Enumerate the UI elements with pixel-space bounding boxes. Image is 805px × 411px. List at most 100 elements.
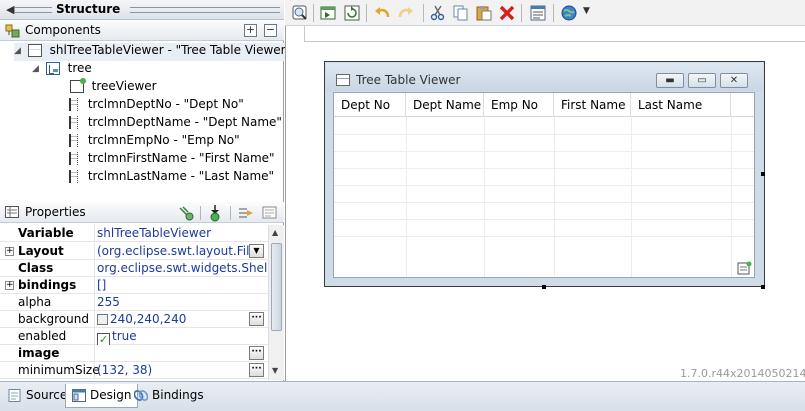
tab-label: Bindings — [152, 388, 204, 402]
close-button[interactable]: ✕ — [720, 73, 748, 88]
tab-order-icon[interactable] — [530, 5, 546, 21]
structure-panel: ◀ Structure Components + − ◢ shlTreeTabl… — [0, 0, 296, 381]
property-key: Layout — [0, 243, 95, 260]
property-row-background[interactable]: background 240,240,240 ··· — [0, 311, 268, 328]
goto-definition-icon[interactable] — [207, 204, 223, 222]
look-and-feel-dropdown-icon[interactable]: ▼ — [583, 6, 590, 16]
undo-icon[interactable] — [374, 5, 390, 21]
tree-item-label: trclmnDeptNo - "Dept No" — [87, 97, 244, 111]
collapse-all-button[interactable]: − — [264, 24, 277, 37]
ellipsis-button[interactable]: ··· — [249, 363, 264, 377]
shell-title-bar[interactable]: Tree Table Viewer ▬ ▭ ✕ — [326, 63, 763, 91]
tree-item-label: trclmnEmpNo - "Emp No" — [87, 133, 240, 147]
preview-icon[interactable] — [320, 5, 336, 21]
property-key: bindings — [0, 277, 95, 294]
property-value[interactable]: 240,240,240 — [97, 311, 247, 328]
property-key: image — [0, 345, 95, 362]
shell-window-icon — [336, 74, 350, 86]
components-header: Components + − — [0, 20, 284, 41]
property-row-minimumsize[interactable]: minimumSize (132, 38) ··· — [0, 362, 268, 379]
tree-expander-icon[interactable]: ◢ — [32, 64, 42, 74]
minimize-button[interactable]: ▬ — [656, 73, 684, 88]
design-icon — [72, 389, 86, 402]
paste-icon[interactable] — [476, 5, 492, 21]
redo-icon[interactable] — [397, 5, 413, 21]
property-value[interactable]: (132, 38) — [97, 362, 247, 379]
property-value[interactable]: ✓ true — [97, 328, 247, 345]
property-value[interactable] — [97, 345, 247, 362]
show-events-icon[interactable] — [178, 205, 194, 221]
refresh-icon[interactable] — [344, 5, 360, 21]
tree-icon — [45, 62, 60, 75]
property-row-layout[interactable]: + Layout (org.eclipse.swt.layout.Fill...… — [0, 243, 268, 260]
property-key: Class — [0, 260, 95, 277]
tree-item-column[interactable]: trclmnLastName - "Last Name" — [56, 169, 274, 187]
color-swatch — [97, 314, 108, 325]
resize-handle-bottom[interactable] — [542, 285, 546, 289]
property-row-alpha[interactable]: alpha 255 — [0, 294, 268, 311]
cut-icon[interactable] — [430, 5, 446, 21]
property-key: enabled — [0, 328, 95, 345]
scroll-up-icon[interactable]: ▲ — [272, 228, 278, 237]
tree-item-treeviewer[interactable]: treeViewer — [56, 78, 157, 97]
property-value[interactable]: [] — [97, 277, 247, 294]
scrollbar-thumb[interactable] — [271, 243, 282, 331]
ellipsis-button[interactable]: ··· — [249, 312, 264, 326]
scroll-down-icon[interactable]: ▼ — [272, 366, 278, 375]
column-icon — [69, 98, 78, 111]
tree-item-column[interactable]: trclmnEmpNo - "Emp No" — [56, 133, 240, 151]
column-header-first-name[interactable]: First Name — [554, 93, 631, 117]
look-and-feel-icon[interactable] — [561, 5, 577, 21]
menu-icon[interactable] — [262, 205, 278, 221]
properties-icon — [5, 206, 19, 218]
resize-handle-corner[interactable] — [761, 285, 765, 289]
column-header-dept-no[interactable]: Dept No — [334, 93, 406, 117]
property-value[interactable]: shlTreeTableViewer — [97, 225, 247, 242]
resize-handle-right[interactable] — [761, 172, 765, 176]
column-icon — [69, 170, 78, 183]
tree-item-tree[interactable]: ◢ tree — [32, 61, 92, 79]
tree-item-shell[interactable]: ◢ shlTreeTableViewer - "Tree Table Viewe… — [14, 43, 296, 61]
components-icon — [5, 24, 20, 38]
test-gui-icon[interactable] — [292, 5, 308, 21]
column-header-emp-no[interactable]: Emp No — [484, 93, 554, 117]
restore-default-icon[interactable] — [238, 205, 254, 221]
tab-label: Design — [90, 388, 132, 402]
tree-item-label: treeViewer — [91, 79, 157, 93]
properties-header: Properties — [0, 202, 284, 223]
tree-item-label: tree — [67, 61, 92, 75]
property-row-enabled[interactable]: enabled ✓ true — [0, 328, 268, 345]
tab-source[interactable]: Source — [2, 384, 73, 408]
viewer-icon — [69, 78, 86, 93]
tree-table[interactable]: Dept No Dept Name Emp No First Name Last… — [333, 92, 755, 278]
property-value[interactable]: org.eclipse.swt.widgets.Shell — [97, 260, 267, 277]
ruler-line — [305, 41, 805, 42]
ruler-corner — [304, 26, 305, 42]
column-header-dept-name[interactable]: Dept Name — [406, 93, 484, 117]
property-row-image[interactable]: image ··· — [0, 345, 268, 362]
tab-bindings[interactable]: Bindings — [128, 384, 210, 408]
checkbox-checked-icon[interactable]: ✓ — [97, 333, 110, 345]
tree-item-column[interactable]: trclmnFirstName - "First Name" — [56, 151, 275, 169]
property-row-bindings[interactable]: + bindings [] — [0, 277, 268, 294]
property-row-variable[interactable]: Variable shlTreeTableViewer — [0, 225, 268, 242]
column-icon — [69, 116, 78, 129]
shell-icon — [27, 44, 42, 57]
tree-item-column[interactable]: trclmnDeptName - "Dept Name" — [56, 115, 282, 133]
delete-icon[interactable] — [499, 5, 515, 21]
grip-left — [14, 7, 52, 13]
tree-expander-icon[interactable]: ◢ — [14, 46, 24, 56]
property-row-class[interactable]: Class org.eclipse.swt.widgets.Shell — [0, 260, 268, 277]
tree-item-column[interactable]: trclmnDeptNo - "Dept No" — [56, 97, 244, 115]
properties-scrollbar[interactable]: ▲ ▼ — [268, 225, 284, 380]
property-key: Variable — [0, 225, 95, 242]
dropdown-arrow-icon[interactable]: ▼ — [249, 244, 264, 258]
property-value[interactable]: 255 — [97, 294, 247, 311]
column-header-last-name[interactable]: Last Name — [631, 93, 731, 117]
property-key: alpha — [0, 294, 95, 311]
ellipsis-button[interactable]: ··· — [249, 346, 264, 360]
copy-icon[interactable] — [453, 5, 469, 21]
property-value[interactable]: (org.eclipse.swt.layout.Fill... — [97, 243, 249, 260]
maximize-button[interactable]: ▭ — [688, 73, 716, 88]
expand-all-button[interactable]: + — [244, 24, 257, 37]
